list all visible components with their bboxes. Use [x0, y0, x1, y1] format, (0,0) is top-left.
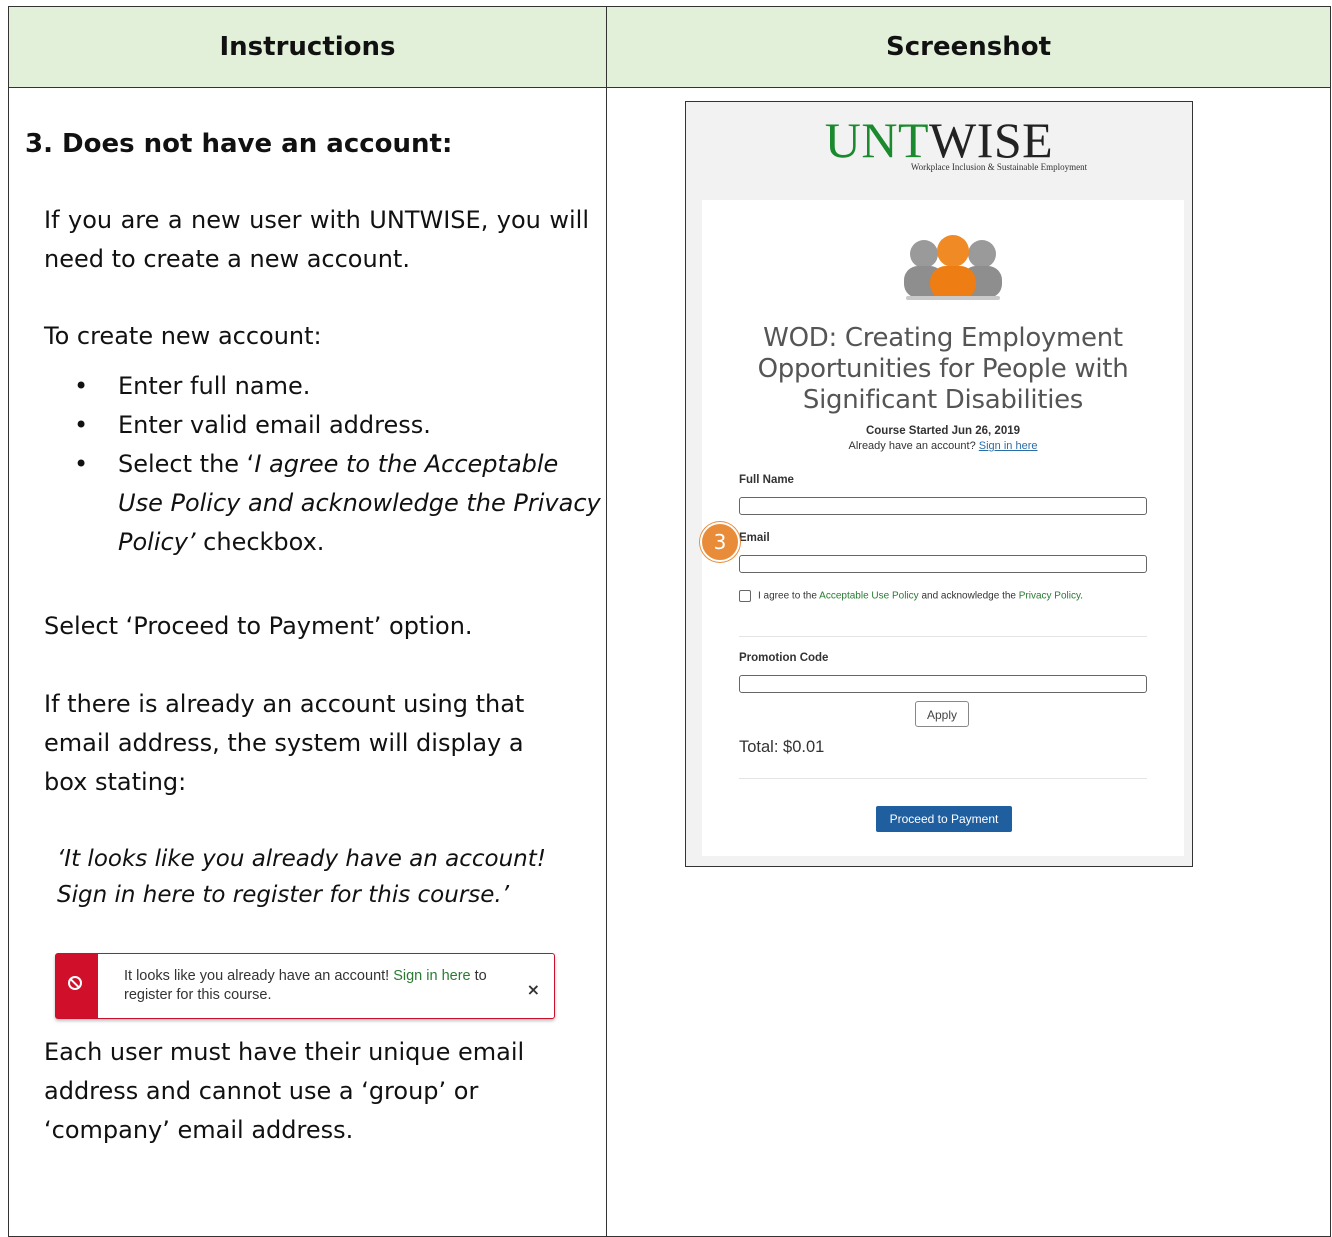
apply-button[interactable]: Apply — [915, 701, 969, 727]
logo-tagline: Workplace Inclusion & Sustainable Employ… — [910, 162, 1088, 172]
registration-card: WOD: Creating Employment Opportunities f… — [702, 200, 1184, 856]
close-icon[interactable]: × — [527, 970, 540, 1009]
unique-email-paragraph: Each user must have their unique email a… — [44, 1038, 525, 1144]
divider — [739, 778, 1147, 779]
quoted-message: ‘It looks like you already have an accou… — [57, 846, 546, 908]
header-screenshot: Screenshot — [885, 32, 1051, 62]
list-item: • Enter valid email address. — [44, 406, 604, 445]
column-divider — [606, 7, 607, 1236]
people-icon — [904, 235, 1002, 300]
existing-account-alert: It looks like you already have an accoun… — [55, 953, 555, 1019]
full-name-label: Full Name — [739, 474, 794, 486]
bullet-icon: • — [74, 372, 89, 400]
already-have-account: Already have an account? Sign in here — [848, 440, 1038, 452]
divider — [739, 636, 1147, 637]
acceptable-use-policy-link[interactable]: Acceptable Use Policy — [819, 591, 919, 602]
promotion-code-label: Promotion Code — [739, 652, 829, 664]
create-account-paragraph: To create new account: — [44, 322, 322, 350]
total-amount: Total: $0.01 — [739, 738, 825, 756]
untwise-logo: UNTWISE Workplace Inclusion & Sustainabl… — [686, 115, 1192, 172]
table-header-row: Instructions Screenshot — [9, 7, 1330, 88]
step-heading: 3. Does not have an account: — [25, 129, 453, 159]
existing-account-paragraph: If there is already an account using tha… — [44, 690, 525, 796]
proceed-paragraph: Select ‘Proceed to Payment’ option. — [44, 612, 473, 640]
course-title: WOD: Creating Employment Opportunities f… — [757, 323, 1129, 415]
privacy-policy-link[interactable]: Privacy Policy — [1019, 591, 1081, 602]
bullet-icon: • — [74, 450, 89, 478]
prohibited-icon — [68, 976, 82, 990]
step-number-badge: 3 — [700, 522, 740, 562]
course-started: Course Started Jun 26, 2019 — [865, 425, 1021, 437]
agree-policy-row: I agree to the Acceptable Use Policy and… — [739, 590, 1083, 602]
list-item: • Select the ‘I agree to the Acceptable U… — [44, 445, 604, 562]
list-item: • Enter full name. — [44, 367, 604, 406]
alert-sign-in-link[interactable]: Sign in here — [393, 968, 470, 984]
intro-paragraph: If you are a new user with UNTWISE, you … — [44, 206, 589, 273]
proceed-to-payment-button[interactable]: Proceed to Payment — [876, 806, 1012, 832]
promotion-code-input[interactable] — [739, 675, 1147, 693]
full-name-input[interactable] — [739, 497, 1147, 515]
alert-strip — [56, 954, 98, 1018]
steps-list: • Enter full name. • Enter valid email add… — [44, 367, 604, 562]
sign-in-link[interactable]: Sign in here — [979, 440, 1038, 452]
bullet-icon: • — [74, 411, 89, 439]
email-label: Email — [739, 532, 770, 544]
alert-message: It looks like you already have an accoun… — [124, 968, 487, 1003]
agree-checkbox[interactable] — [739, 590, 751, 602]
email-input[interactable] — [739, 555, 1147, 573]
registration-screenshot: UNTWISE Workplace Inclusion & Sustainabl… — [685, 101, 1193, 867]
header-instructions: Instructions — [219, 32, 396, 62]
